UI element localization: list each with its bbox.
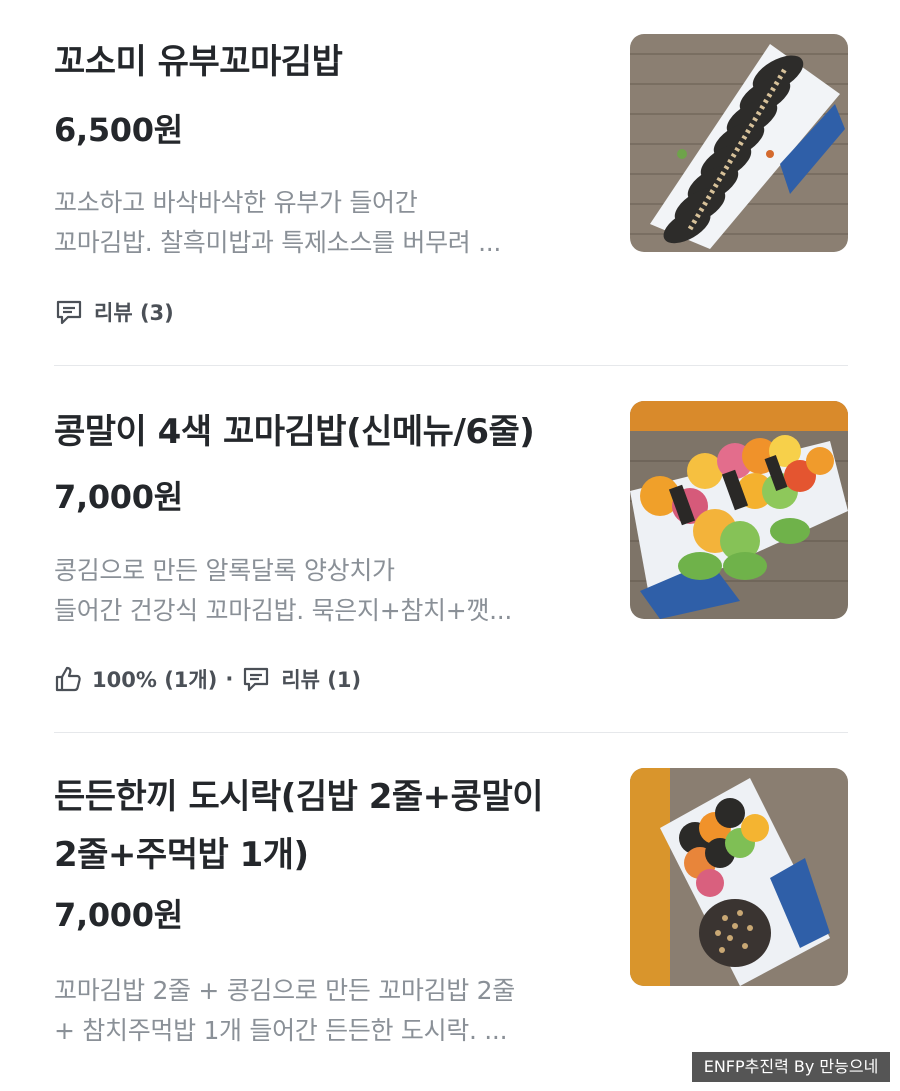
four-color-kimbap-photo: [630, 401, 848, 619]
menu-item-name-line: 2줄+주먹밥 1개): [54, 835, 309, 875]
like-rate: 100% (1개): [92, 668, 218, 692]
comment-icon: [54, 297, 84, 327]
lunchbox-photo: [630, 768, 848, 986]
menu-item-price: 7,000원: [54, 478, 183, 516]
menu-item-name-line: 든든한끼 도시락(김밥 2줄+콩말이: [54, 777, 544, 817]
thumbs-up-icon: [54, 665, 82, 693]
menu-item[interactable]: 콩말이 4색 꼬마김밥(신메뉴/6줄) 7,000원 콩김으로 만든 알록달록 …: [0, 366, 900, 732]
review-count: 리뷰 (1): [281, 668, 362, 692]
fried-tofu-kimbap-photo: [630, 34, 848, 252]
review-meta[interactable]: 리뷰 (3): [54, 297, 174, 327]
rating-review-meta[interactable]: 100% (1개) · 리뷰 (1): [54, 664, 361, 694]
menu-item-name: 꼬소미 유부꼬마김밥: [54, 42, 343, 82]
menu-item-description: 꼬소하고 바삭바삭한 유부가 들어간 꼬마김밥. 찰흑미밥과 특제소스를 버무려…: [54, 183, 584, 263]
description-line: 들어간 건강식 꼬마김밥. 묵은지+참치+깻...: [54, 596, 513, 625]
menu-item[interactable]: 든든한끼 도시락(김밥 2줄+콩말이 2줄+주먹밥 1개) 7,000원 꼬마김…: [0, 733, 900, 1091]
comment-icon: [241, 664, 271, 694]
menu-item-name: 든든한끼 도시락(김밥 2줄+콩말이 2줄+주먹밥 1개): [54, 768, 594, 884]
description-line: 콩김으로 만든 알록달록 양상치가: [54, 556, 395, 585]
menu-item[interactable]: 꼬소미 유부꼬마김밥 6,500원 꼬소하고 바삭바삭한 유부가 들어간 꼬마김…: [0, 0, 900, 365]
menu-item-price: 7,000원: [54, 896, 183, 934]
description-line: 꼬마김밥. 찰흑미밥과 특제소스를 버무려 ...: [54, 228, 502, 257]
menu-item-description: 꼬마김밥 2줄 + 콩김으로 만든 꼬마김밥 2줄 + 참치주먹밥 1개 들어간…: [54, 971, 584, 1051]
menu-item-price: 6,500원: [54, 111, 183, 149]
description-line: 꼬마김밥 2줄 + 콩김으로 만든 꼬마김밥 2줄: [54, 976, 515, 1005]
description-line: 꼬소하고 바삭바삭한 유부가 들어간: [54, 188, 418, 217]
description-line: + 참치주먹밥 1개 들어간 든든한 도시락. ...: [54, 1016, 508, 1045]
watermark: ENFP추진력 By 만능으네: [692, 1052, 890, 1082]
menu-item-name: 콩말이 4색 꼬마김밥(신메뉴/6줄): [54, 412, 535, 452]
menu-item-description: 콩김으로 만든 알록달록 양상치가 들어간 건강식 꼬마김밥. 묵은지+참치+깻…: [54, 551, 584, 631]
review-count: 리뷰 (3): [94, 301, 174, 325]
meta-separator: ·: [225, 667, 234, 691]
